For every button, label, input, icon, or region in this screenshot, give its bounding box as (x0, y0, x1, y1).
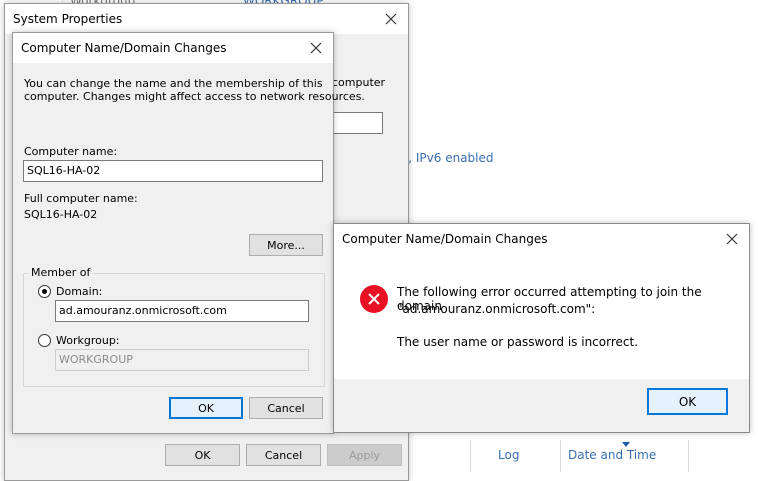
description-line-1: You can change the name and the membersh… (24, 77, 323, 90)
bg-ipv6-link[interactable]: P, IPv6 enabled (401, 151, 493, 165)
full-computer-name-value: SQL16-HA-02 (24, 208, 98, 221)
domain-radio[interactable] (38, 285, 51, 298)
system-properties-title: System Properties (13, 12, 123, 26)
bg-log-link[interactable]: Log (498, 448, 519, 462)
sysprop-partial-text: computer (332, 76, 386, 89)
sysprop-apply-button: Apply (327, 444, 402, 466)
sysprop-ok-button[interactable]: OK (165, 444, 240, 466)
name-dialog-cancel-button[interactable]: Cancel (249, 397, 323, 419)
name-dialog-ok-button[interactable]: OK (169, 397, 243, 419)
member-of-label: Member of (28, 266, 94, 279)
close-icon[interactable] (715, 224, 749, 254)
error-icon (360, 285, 388, 313)
computer-name-titlebar: Computer Name/Domain Changes (13, 33, 333, 63)
domain-input[interactable]: ad.amouranz.onmicrosoft.com (55, 300, 309, 322)
bg-divider (470, 440, 471, 472)
bg-date-time-link[interactable]: Date and Time (568, 448, 656, 462)
close-icon[interactable] (299, 33, 333, 63)
workgroup-label: Workgroup: (56, 334, 120, 347)
computer-name-dialog: Computer Name/Domain Changes You can cha… (12, 32, 365, 434)
error-dialog: Computer Name/Domain Changes The followi… (333, 223, 750, 433)
full-computer-name-label: Full computer name: (24, 192, 138, 205)
computer-name-label: Computer name: (24, 145, 118, 158)
caret-down-icon (622, 442, 630, 447)
workgroup-radio[interactable] (38, 334, 51, 347)
error-dialog-title: Computer Name/Domain Changes (342, 232, 548, 246)
bg-divider (688, 440, 689, 472)
sysprop-cancel-button[interactable]: Cancel (246, 444, 321, 466)
bg-divider (560, 440, 561, 472)
error-dialog-body (334, 254, 749, 379)
error-message-line-3: The user name or password is incorrect. (397, 335, 639, 349)
description-line-2: computer. Changes might affect access to… (24, 90, 365, 103)
more-button[interactable]: More... (249, 234, 323, 256)
error-message-line-2: "ad.amouranz.onmicrosoft.com": (397, 302, 596, 316)
computer-name-dialog-title: Computer Name/Domain Changes (21, 41, 227, 55)
sysprop-hidden-field (333, 112, 383, 134)
workgroup-input: WORKGROUP (55, 349, 309, 371)
system-properties-titlebar: System Properties (5, 4, 408, 34)
domain-label: Domain: (56, 285, 103, 298)
error-dialog-titlebar: Computer Name/Domain Changes (334, 224, 749, 254)
error-ok-button[interactable]: OK (647, 388, 728, 415)
close-icon[interactable] (374, 4, 408, 34)
computer-name-input[interactable]: SQL16-HA-02 (23, 160, 323, 182)
